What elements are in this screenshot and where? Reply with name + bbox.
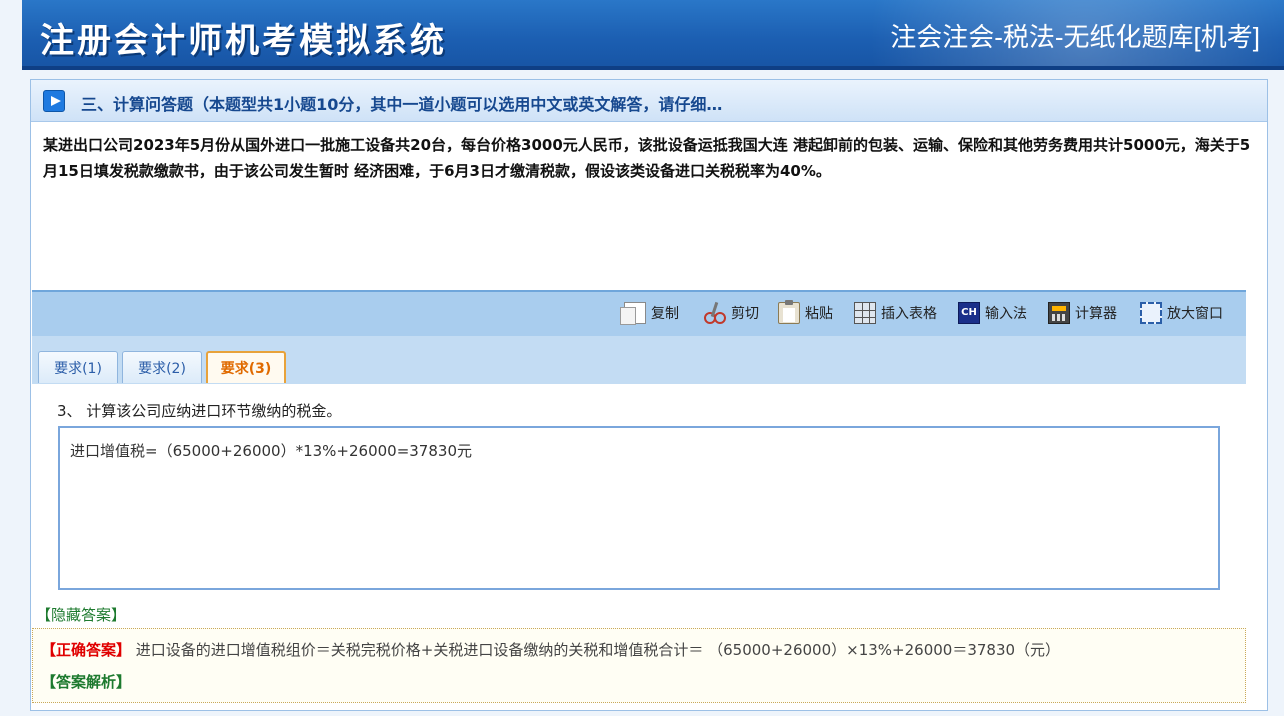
answer-panel: 【正确答案】 进口设备的进口增值税组价＝关税完税价格+关税进口设备缴纳的关税和增…	[32, 628, 1246, 703]
sub-question-text: 3、 计算该公司应纳进口环节缴纳的税金。	[57, 402, 342, 420]
editor-toolbar: 复制 剪切 粘贴 插入表格 CH 输入法 计算器 放大窗口	[32, 290, 1246, 336]
ime-icon: CH	[958, 302, 980, 324]
cut-button[interactable]: 剪切	[704, 298, 759, 328]
table-icon	[854, 302, 876, 324]
correct-answer-label: 【正确答案】	[41, 641, 132, 659]
correct-answer-text: 进口设备的进口增值税组价＝关税完税价格+关税进口设备缴纳的关税和增值税合计＝ （…	[131, 641, 1061, 659]
scissors-icon	[704, 301, 726, 324]
maximize-window-button[interactable]: 放大窗口	[1140, 298, 1223, 328]
exam-title: 注会注会-税法-无纸化题库[机考]	[890, 22, 1260, 52]
copy-button[interactable]: 复制	[620, 298, 679, 328]
left-margin	[0, 0, 22, 716]
play-icon[interactable]	[43, 90, 65, 112]
section-title: 三、计算问答题（本题型共1小题10分，其中一道小题可以选用中文或英文解答，请仔细…	[81, 95, 723, 114]
ime-label: 输入法	[985, 306, 1027, 322]
tab-requirement-3[interactable]: 要求(3)	[206, 351, 286, 383]
question-panel: 三、计算问答题（本题型共1小题10分，其中一道小题可以选用中文或英文解答，请仔细…	[30, 79, 1268, 711]
copy-label: 复制	[651, 306, 679, 322]
maximize-label: 放大窗口	[1167, 306, 1223, 322]
cut-label: 剪切	[731, 306, 759, 322]
app-header: 注册会计师机考模拟系统 注会注会-税法-无纸化题库[机考]	[22, 0, 1284, 70]
tab-requirement-1[interactable]: 要求(1)	[38, 351, 118, 383]
ime-button[interactable]: CH 输入法	[958, 298, 1027, 328]
paste-label: 粘贴	[805, 306, 833, 322]
answer-input[interactable]: 进口增值税=（65000+26000）*13%+26000=37830元	[58, 426, 1220, 590]
tab-requirement-2[interactable]: 要求(2)	[122, 351, 202, 383]
section-bar: 三、计算问答题（本题型共1小题10分，其中一道小题可以选用中文或英文解答，请仔细…	[31, 80, 1267, 122]
correct-answer-line: 【正确答案】 进口设备的进口增值税组价＝关税完税价格+关税进口设备缴纳的关税和增…	[41, 639, 1060, 660]
calculator-icon	[1048, 302, 1070, 324]
explanation-label: 【答案解析】	[41, 673, 132, 691]
insert-table-label: 插入表格	[881, 306, 937, 322]
insert-table-button[interactable]: 插入表格	[854, 298, 937, 328]
requirement-tabs: 要求(1) 要求(2) 要求(3)	[32, 336, 1246, 384]
clipboard-icon	[778, 300, 800, 324]
paste-button[interactable]: 粘贴	[778, 298, 833, 328]
answer-explanation-label: 【答案解析】	[41, 671, 131, 692]
calculator-label: 计算器	[1075, 306, 1117, 322]
question-text: 某进出口公司2023年5月份从国外进口一批施工设备共20台，每台价格3000元人…	[43, 136, 1251, 180]
calculator-button[interactable]: 计算器	[1048, 298, 1117, 328]
copy-icon	[620, 302, 646, 325]
hide-answer-link[interactable]: 【隐藏答案】	[36, 604, 126, 625]
app-title: 注册会计师机考模拟系统	[40, 21, 447, 61]
maximize-icon	[1140, 302, 1162, 324]
right-margin	[1270, 70, 1284, 716]
